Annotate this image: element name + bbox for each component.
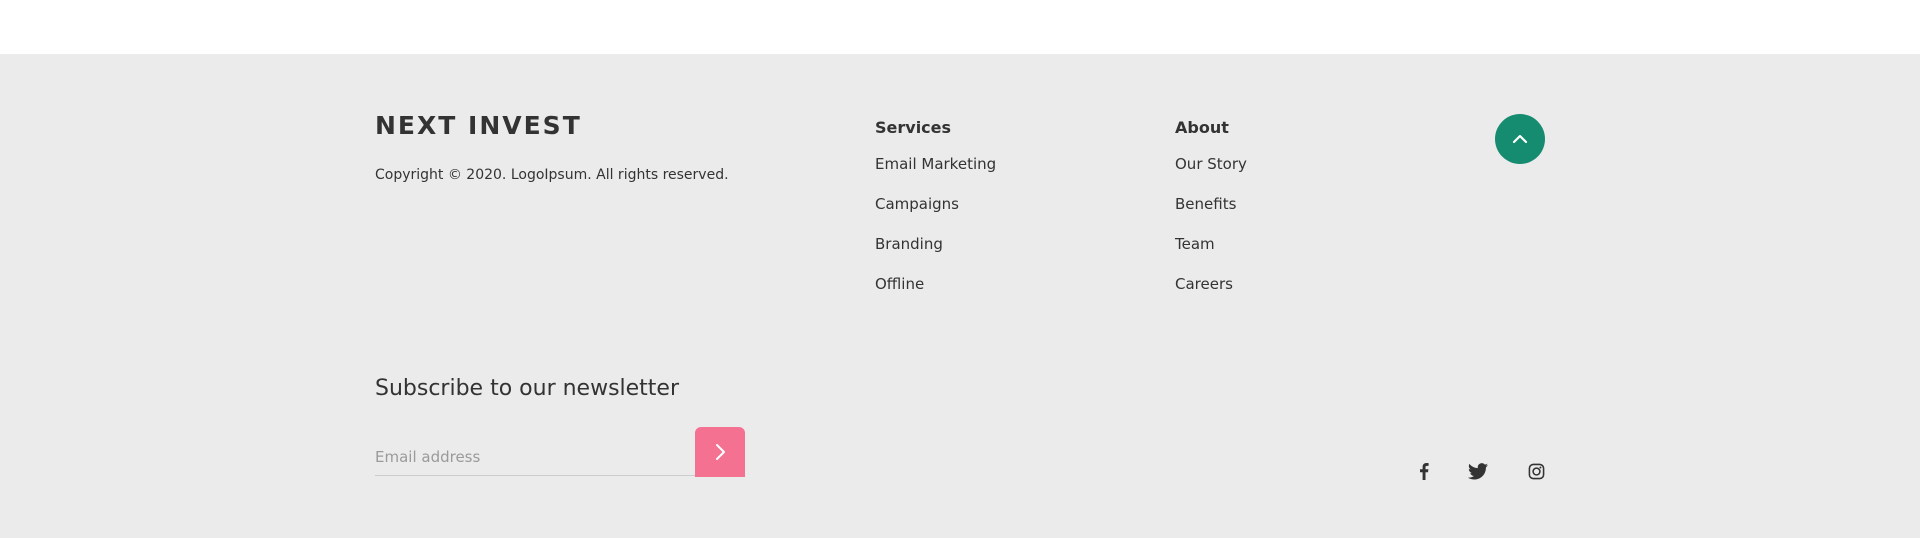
chevron-right-icon — [716, 444, 725, 460]
footer-link-our-story[interactable]: Our Story — [1175, 144, 1247, 184]
chevron-up-icon — [1512, 134, 1528, 144]
about-heading: About — [1175, 118, 1229, 137]
footer-link-email-marketing[interactable]: Email Marketing — [875, 144, 996, 184]
scroll-to-top-button[interactable] — [1495, 114, 1545, 164]
page-top-area — [0, 0, 1920, 54]
instagram-icon — [1528, 463, 1544, 479]
about-links: Our Story Benefits Team Careers — [1175, 144, 1247, 304]
email-input[interactable] — [375, 426, 695, 475]
brand-logo[interactable]: NEXT INVEST — [375, 111, 582, 140]
footer-link-campaigns[interactable]: Campaigns — [875, 184, 996, 224]
footer-link-benefits[interactable]: Benefits — [1175, 184, 1247, 224]
about-column: About Our Story Benefits Team Careers — [1175, 116, 1247, 304]
subscribe-submit-button[interactable] — [695, 427, 745, 477]
site-footer: NEXT INVEST Copyright © 2020. LogoIpsum.… — [0, 54, 1920, 538]
footer-link-team[interactable]: Team — [1175, 224, 1247, 264]
services-heading: Services — [875, 118, 952, 137]
footer-link-offline[interactable]: Offline — [875, 264, 996, 304]
twitter-icon — [1468, 462, 1488, 479]
newsletter-title: Subscribe to our newsletter — [375, 376, 680, 401]
services-column: Services Email Marketing Campaigns Brand… — [875, 116, 996, 304]
facebook-icon — [1420, 462, 1429, 480]
facebook-link[interactable] — [1412, 459, 1436, 483]
services-links: Email Marketing Campaigns Branding Offli… — [875, 144, 996, 304]
email-field-wrapper — [375, 426, 695, 476]
footer-link-careers[interactable]: Careers — [1175, 264, 1247, 304]
instagram-link[interactable] — [1524, 459, 1548, 483]
footer-link-branding[interactable]: Branding — [875, 224, 996, 264]
twitter-link[interactable] — [1466, 459, 1490, 483]
copyright-text: Copyright © 2020. LogoIpsum. All rights … — [375, 167, 729, 183]
